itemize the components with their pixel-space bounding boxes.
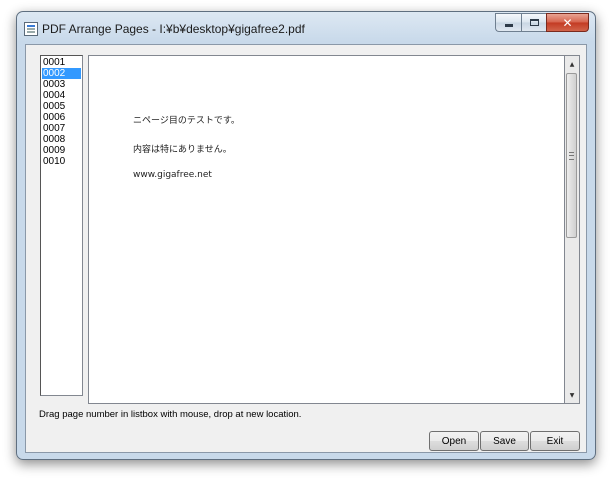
scroll-thumb[interactable]: [566, 73, 577, 238]
preview-line-3: www.gigafree.net: [133, 170, 212, 180]
caption-buttons: ✕: [495, 13, 589, 32]
save-button[interactable]: Save: [480, 431, 529, 451]
app-window: PDF Arrange Pages - I:¥b¥desktop¥gigafre…: [16, 11, 596, 460]
page-list-item[interactable]: 0008: [42, 134, 81, 145]
page-list-item[interactable]: 0009: [42, 145, 81, 156]
scroll-up-arrow-icon[interactable]: ▲: [565, 56, 579, 72]
maximize-button[interactable]: [521, 13, 546, 32]
page-list-item[interactable]: 0005: [42, 101, 81, 112]
page-list-item[interactable]: 0010: [42, 156, 81, 167]
page-listbox[interactable]: 0001 0002 0003 0004 0005 0006 0007 0008 0009 0010: [40, 55, 83, 396]
preview-scrollbar[interactable]: ▲ ▼: [565, 55, 580, 404]
maximize-icon: [529, 19, 539, 26]
page-list-item[interactable]: 0006: [42, 112, 81, 123]
page-list-item[interactable]: 0001: [42, 57, 81, 68]
minimize-button[interactable]: [495, 13, 521, 32]
page-preview: ニページ目のテストです。 内容は特にありません。 www.gigafree.ne…: [88, 55, 565, 404]
preview-line-1: ニページ目のテストです。: [133, 116, 240, 126]
instruction-text: Drag page number in listbox with mouse, …: [39, 409, 302, 420]
window-title: PDF Arrange Pages - I:¥b¥desktop¥gigafre…: [42, 22, 305, 36]
close-button[interactable]: ✕: [546, 13, 589, 32]
close-icon: ✕: [562, 15, 573, 30]
grip-icon: [569, 152, 574, 160]
exit-button[interactable]: Exit: [530, 431, 580, 451]
title-bar[interactable]: PDF Arrange Pages - I:¥b¥desktop¥gigafre…: [17, 12, 595, 44]
page-list-item[interactable]: 0007: [42, 123, 81, 134]
scroll-down-arrow-icon[interactable]: ▼: [565, 387, 579, 403]
app-icon[interactable]: [24, 22, 38, 36]
client-area: 0001 0002 0003 0004 0005 0006 0007 0008 0009 0010…: [25, 44, 587, 453]
open-button[interactable]: Open: [429, 431, 479, 451]
page-list-item[interactable]: 0002: [42, 68, 81, 79]
page-list-item[interactable]: 0003: [42, 79, 81, 90]
minimize-icon: [504, 24, 513, 27]
preview-line-2: 内容は特にありません。: [133, 145, 232, 155]
page-list-item[interactable]: 0004: [42, 90, 81, 101]
